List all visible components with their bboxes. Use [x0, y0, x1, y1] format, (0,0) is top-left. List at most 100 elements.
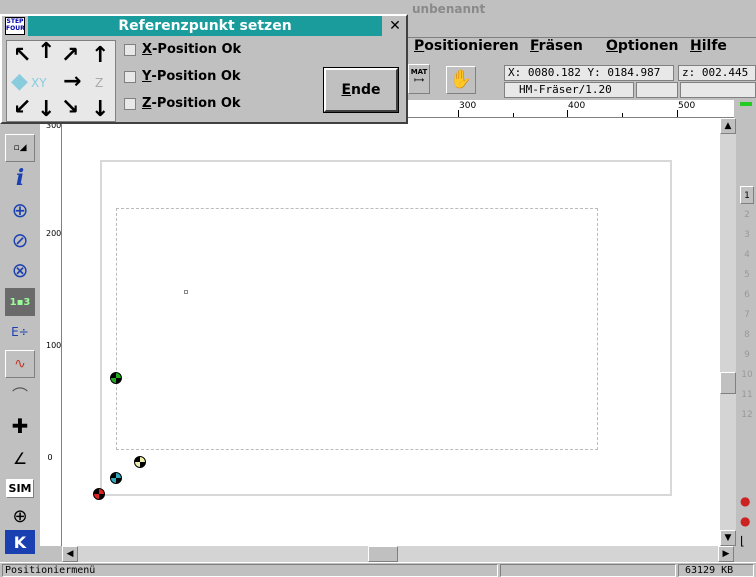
sim-label: SIM: [5, 478, 35, 498]
zoom-icon: ⊕: [11, 198, 29, 222]
reference-marker-cyan: [110, 472, 122, 484]
info-icon: i: [15, 165, 25, 191]
arrow-down-right-button[interactable]: ↘: [61, 97, 79, 119]
arrow-right-icon: ⟼: [413, 76, 425, 84]
page-button-11[interactable]: 11: [740, 386, 754, 404]
status-message: Positioniermenü: [2, 564, 498, 577]
move-button[interactable]: ✚: [5, 412, 35, 440]
menu-positionieren[interactable]: Positionieren: [414, 38, 519, 54]
arrow-up-left-button[interactable]: ↖: [13, 45, 31, 67]
status-bar: Positioniermenü 63129 KB: [0, 562, 756, 577]
crosshair-icon: ⊕: [12, 505, 28, 527]
dialog-title: Referenzpunkt setzen: [28, 16, 382, 36]
edit-point-button[interactable]: E÷: [5, 318, 35, 346]
horizontal-scrollbar[interactable]: ◀ ▶: [62, 546, 734, 562]
direction-pad: ↖ ↑ ↗ ↑ ◆ XY → Z ↙ ↓ ↘ ↓: [6, 40, 116, 122]
checkbox-label: -Position Ok: [152, 42, 242, 57]
ende-button[interactable]: Ende: [323, 67, 399, 113]
vertical-scrollbar[interactable]: ▲ ▼: [720, 118, 736, 546]
info-button[interactable]: i: [5, 164, 35, 192]
scroll-right-button[interactable]: ▶: [718, 546, 734, 562]
reference-point-dialog: STEP FOUR Referenzpunkt setzen ✕ ↖ ↑ ↗ ↑…: [0, 14, 408, 124]
layer-color-icon-2[interactable]: ●: [740, 514, 754, 530]
measure-icon: ∠: [12, 448, 28, 468]
left-toolbar: ▫◢ i ⊕ ⊘ ⊗ 1▪3 E÷ ∿ ⌒ ✚ ∠ SIM ⊕ K: [0, 118, 40, 562]
polyline-icon: ∿: [14, 356, 26, 372]
page-button-2[interactable]: 2: [740, 206, 754, 224]
arc-button[interactable]: ⌒: [5, 380, 35, 408]
horizontal-scroll-thumb[interactable]: [368, 546, 398, 562]
k-label: K: [13, 532, 27, 552]
tool-extra-field-2: [680, 82, 756, 98]
page-button-8[interactable]: 8: [740, 326, 754, 344]
right-page-strip: 1 2 3 4 5 6 7 8 9 10 11 12 ● ● ⌊: [736, 100, 756, 562]
zoom-all-button[interactable]: ⊗: [5, 256, 35, 284]
reference-marker-red: [93, 488, 105, 500]
z-position-ok-checkbox[interactable]: Z -Position Ok: [124, 96, 241, 111]
tool-display: HM-Fräser/1.20: [504, 82, 634, 98]
arrow-up-right-button[interactable]: ↗: [61, 45, 79, 67]
hand-pan-button[interactable]: ✋: [446, 66, 476, 94]
page-button-10[interactable]: 10: [740, 366, 754, 384]
ruler-label-400: 400: [568, 101, 586, 111]
arrow-left-button[interactable]: ◆: [11, 71, 28, 93]
checkbox-label-key: Z: [142, 96, 152, 111]
zoom-window-button[interactable]: ⊘: [5, 226, 35, 254]
scroll-up-button[interactable]: ▲: [720, 118, 736, 134]
reference-button[interactable]: ⊕: [5, 502, 35, 530]
app-logo: STEP FOUR: [5, 17, 25, 35]
checkbox-box: [124, 70, 136, 83]
arrow-left-icon: ◀: [66, 549, 74, 559]
scroll-left-button[interactable]: ◀: [62, 546, 78, 562]
layer-button[interactable]: 1▪3: [5, 288, 35, 316]
mat-label: MAT: [410, 68, 428, 76]
drawing-canvas[interactable]: [62, 118, 720, 546]
x-position-ok-checkbox[interactable]: X -Position Ok: [124, 42, 241, 57]
node-tool-button[interactable]: ▫◢: [5, 134, 35, 162]
checkbox-label: -Position Ok: [151, 69, 241, 84]
corner-icon[interactable]: ⌊: [740, 534, 754, 550]
page-button-5[interactable]: 5: [740, 266, 754, 284]
sim-button[interactable]: SIM: [5, 474, 35, 502]
measure-button[interactable]: ∠: [5, 444, 35, 472]
vertical-scroll-thumb[interactable]: [720, 372, 736, 394]
xy-coordinate-display: X: 0080.182 Y: 0184.987: [504, 65, 674, 81]
page-button-3[interactable]: 3: [740, 226, 754, 244]
point-marker: [184, 290, 188, 294]
zoom-in-button[interactable]: ⊕: [5, 196, 35, 224]
arrow-down-left-button[interactable]: ↙: [13, 97, 31, 119]
status-indicator: [740, 102, 752, 106]
arrow-right-icon: ▶: [722, 549, 730, 559]
z-label: Z: [95, 76, 104, 90]
menu-fraesen[interactable]: Fräsen: [530, 38, 583, 54]
layer-color-icon[interactable]: ●: [740, 494, 754, 510]
close-button[interactable]: ✕: [384, 16, 406, 36]
page-button-12[interactable]: 12: [740, 406, 754, 424]
left-ruler-label-0: 0: [47, 453, 53, 462]
page-button-7[interactable]: 7: [740, 306, 754, 324]
menu-optionen[interactable]: Optionen: [606, 38, 678, 54]
y-position-ok-checkbox[interactable]: Y -Position Ok: [124, 69, 241, 84]
ende-label: nde: [351, 82, 381, 98]
left-ruler-label-100: 100: [46, 341, 62, 350]
polyline-button[interactable]: ∿: [5, 350, 35, 378]
page-button-9[interactable]: 9: [740, 346, 754, 364]
checkbox-label-key: Y: [142, 69, 152, 84]
arrow-right-button[interactable]: →: [63, 71, 81, 93]
mat-button[interactable]: MAT ⟼: [408, 64, 430, 94]
k-button[interactable]: K: [5, 530, 35, 554]
z-down-button[interactable]: ↓: [91, 99, 109, 121]
scroll-down-button[interactable]: ▼: [720, 530, 736, 546]
zoom-all-icon: ⊗: [11, 258, 29, 282]
arrow-up-button[interactable]: ↑: [37, 41, 55, 63]
arrow-down-button[interactable]: ↓: [37, 99, 55, 121]
menu-hilfe[interactable]: Hilfe: [690, 38, 727, 54]
edit-point-icon: E÷: [11, 325, 29, 339]
checkbox-label-key: X: [142, 42, 153, 57]
page-button-6[interactable]: 6: [740, 286, 754, 304]
page-button-1[interactable]: 1: [740, 186, 754, 204]
status-memory: 63129 KB: [678, 564, 754, 577]
ruler-label-300: 300: [459, 101, 477, 111]
page-button-4[interactable]: 4: [740, 246, 754, 264]
z-up-button[interactable]: ↑: [91, 45, 109, 67]
